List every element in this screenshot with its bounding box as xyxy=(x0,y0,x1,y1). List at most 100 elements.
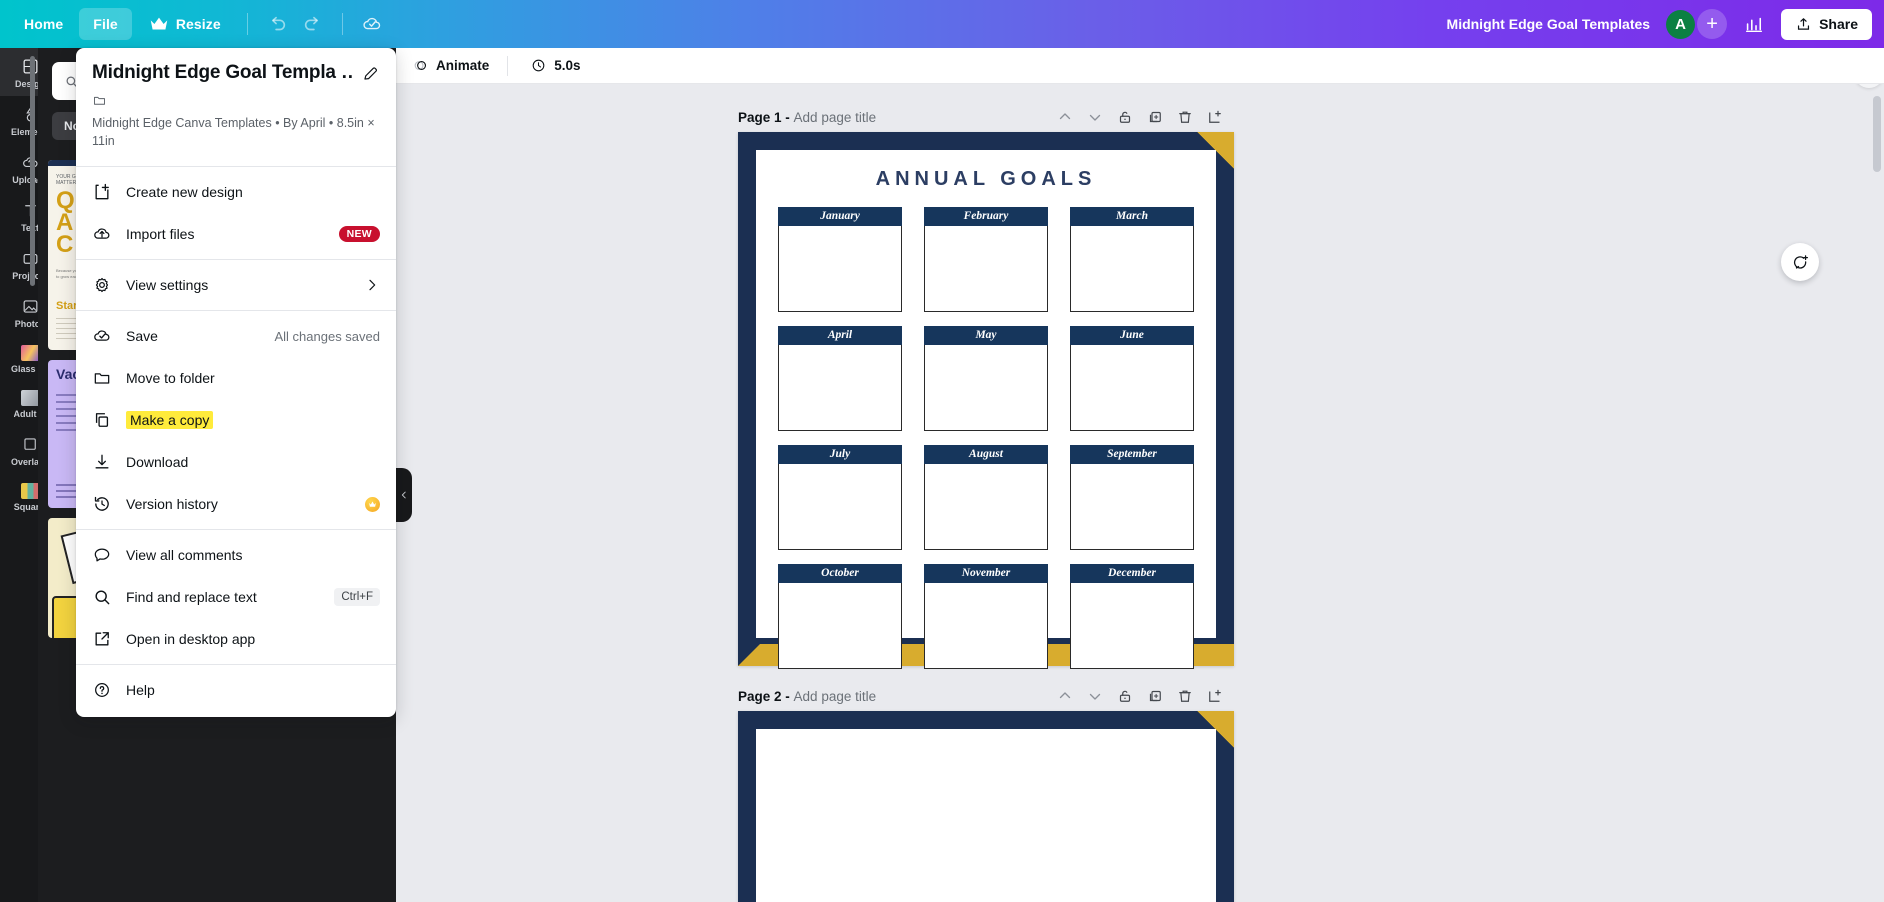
duplicate-icon[interactable] xyxy=(1146,687,1164,705)
month-box[interactable]: July xyxy=(778,445,902,550)
file-menu-header: Midnight Edge Goal Templa … Midnight Edg… xyxy=(76,48,396,162)
month-body[interactable] xyxy=(924,464,1048,550)
month-body[interactable] xyxy=(1070,464,1194,550)
cloud-save-status-button[interactable] xyxy=(355,7,389,41)
avatar[interactable]: A xyxy=(1666,9,1696,39)
crown-icon xyxy=(150,17,168,30)
month-box[interactable]: December xyxy=(1070,564,1194,669)
menu-label-create-new-design: Create new design xyxy=(126,184,243,200)
menu-item-version-history[interactable]: Version history xyxy=(76,483,396,525)
month-box[interactable]: May xyxy=(924,326,1048,431)
month-box[interactable]: October xyxy=(778,564,902,669)
sidebar-item-squares[interactable]: Squar... xyxy=(0,474,38,519)
folder-icon xyxy=(94,373,110,384)
month-body[interactable] xyxy=(924,226,1048,312)
sidebar-item-glass-images[interactable]: Glass Im... xyxy=(0,336,38,381)
pencil-icon[interactable] xyxy=(361,64,380,83)
month-label: June xyxy=(1070,326,1194,345)
month-body[interactable] xyxy=(924,345,1048,431)
redo-button[interactable] xyxy=(296,7,330,41)
menu-item-import-files[interactable]: Import files NEW xyxy=(76,213,396,255)
month-body[interactable] xyxy=(1070,226,1194,312)
home-button[interactable]: Home xyxy=(10,8,77,40)
menu-item-open-in-desktop-app[interactable]: Open in desktop app xyxy=(76,618,396,660)
canvas-scrollbar[interactable] xyxy=(1873,96,1881,902)
expand-icon[interactable] xyxy=(1206,687,1224,705)
menu-item-move-to-folder[interactable]: Move to folder xyxy=(76,357,396,399)
month-box[interactable]: August xyxy=(924,445,1048,550)
month-box[interactable]: February xyxy=(924,207,1048,312)
menu-item-create-new-design[interactable]: Create new design xyxy=(76,171,396,213)
design-page-1[interactable]: ANNUAL GOALS January February March Apri… xyxy=(738,132,1234,669)
page-content xyxy=(756,729,1216,902)
menu-item-save[interactable]: Save All changes saved xyxy=(76,315,396,357)
menu-item-find-and-replace-text[interactable]: Find and replace text Ctrl+F xyxy=(76,576,396,618)
menu-label-find-and-replace-text: Find and replace text xyxy=(126,589,257,605)
month-label: August xyxy=(924,445,1048,464)
adult-icon xyxy=(20,390,38,406)
sidebar-item-adult[interactable]: Adult ... xyxy=(0,381,38,426)
month-box[interactable]: November xyxy=(924,564,1048,669)
month-box[interactable]: January xyxy=(778,207,902,312)
move-up-icon[interactable] xyxy=(1056,687,1074,705)
file-menu-button[interactable]: File xyxy=(79,8,132,40)
delete-icon[interactable] xyxy=(1176,108,1194,126)
lock-icon[interactable] xyxy=(1116,687,1134,705)
add-comment-button[interactable] xyxy=(1781,243,1819,281)
month-body[interactable] xyxy=(1070,583,1194,669)
share-button[interactable]: Share xyxy=(1781,8,1872,40)
month-box[interactable]: September xyxy=(1070,445,1194,550)
move-down-icon[interactable] xyxy=(1086,687,1104,705)
document-title[interactable]: Midnight Edge Goal Templates xyxy=(1447,16,1651,32)
insights-button[interactable] xyxy=(1737,7,1771,41)
undo-button[interactable] xyxy=(260,7,294,41)
left-rail: Design Elements Uploads Text xyxy=(0,48,38,902)
resize-label: Resize xyxy=(175,16,221,32)
month-body[interactable] xyxy=(924,583,1048,669)
month-body[interactable] xyxy=(1070,345,1194,431)
duration-label: 5.0s xyxy=(554,58,581,73)
month-body[interactable] xyxy=(778,226,902,312)
home-label: Home xyxy=(24,16,64,32)
squares-icon xyxy=(20,483,38,499)
menu-label-save: Save xyxy=(126,328,158,344)
page-1-title[interactable]: Page 1 - Add page title xyxy=(738,110,876,125)
file-menu-title[interactable]: Midnight Edge Goal Templa … xyxy=(92,62,353,84)
menu-item-download[interactable]: Download xyxy=(76,441,396,483)
move-up-icon[interactable] xyxy=(1056,108,1074,126)
month-box[interactable]: April xyxy=(778,326,902,431)
menu-item-view-settings[interactable]: View settings xyxy=(76,264,396,306)
menu-item-view-all-comments[interactable]: View all comments xyxy=(76,534,396,576)
month-label: May xyxy=(924,326,1048,345)
menu-item-make-a-copy[interactable]: Make a copy xyxy=(76,399,396,441)
duration-button[interactable]: 5.0s xyxy=(518,51,592,80)
panel-collapse-handle[interactable] xyxy=(396,468,412,522)
design-page-2[interactable] xyxy=(738,711,1234,902)
sidebar-item-photos[interactable]: Photos xyxy=(0,288,38,336)
canvas-area[interactable]: Page 1 - Add page title ANNUAL GOALS Jan… xyxy=(396,84,1884,902)
month-body[interactable] xyxy=(778,345,902,431)
move-down-icon[interactable] xyxy=(1086,108,1104,126)
canvas-scrollbar-thumb[interactable] xyxy=(1873,96,1881,172)
help-icon xyxy=(95,683,109,697)
comment-icon xyxy=(94,548,110,562)
page-2-title[interactable]: Page 2 - Add page title xyxy=(738,689,876,704)
invite-members-button[interactable]: + xyxy=(1697,9,1728,39)
animate-button[interactable]: Animate xyxy=(400,51,501,80)
lock-icon[interactable] xyxy=(1116,108,1134,126)
resize-button[interactable]: Resize xyxy=(134,5,235,43)
month-box[interactable]: June xyxy=(1070,326,1194,431)
toolbar-divider xyxy=(246,13,248,35)
duplicate-icon[interactable] xyxy=(1146,108,1164,126)
animate-label: Animate xyxy=(436,58,490,73)
menu-item-help[interactable]: Help xyxy=(76,669,396,711)
rail-scrollbar[interactable] xyxy=(30,56,35,286)
file-menu: Midnight Edge Goal Templa … Midnight Edg… xyxy=(76,48,396,717)
expand-icon[interactable] xyxy=(1206,108,1224,126)
month-body[interactable] xyxy=(778,464,902,550)
month-box[interactable]: March xyxy=(1070,207,1194,312)
delete-icon[interactable] xyxy=(1176,687,1194,705)
sidebar-item-overlays[interactable]: Overlays xyxy=(0,426,38,474)
month-body[interactable] xyxy=(778,583,902,669)
menu-label-download: Download xyxy=(126,454,189,470)
